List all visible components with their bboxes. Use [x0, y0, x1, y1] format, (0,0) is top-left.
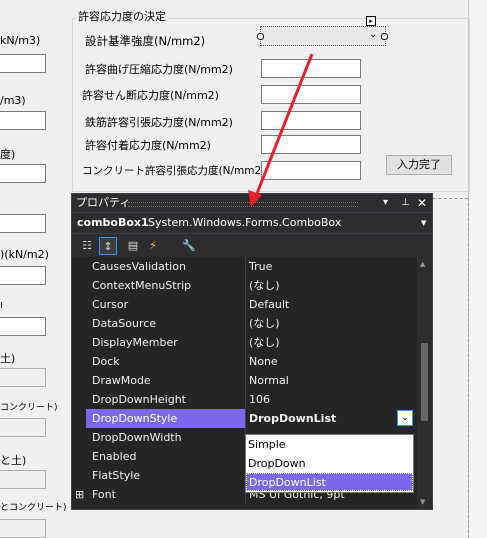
annotation-arrow [248, 53, 314, 207]
arrow-line [254, 53, 314, 197]
arrow-head [248, 190, 262, 207]
